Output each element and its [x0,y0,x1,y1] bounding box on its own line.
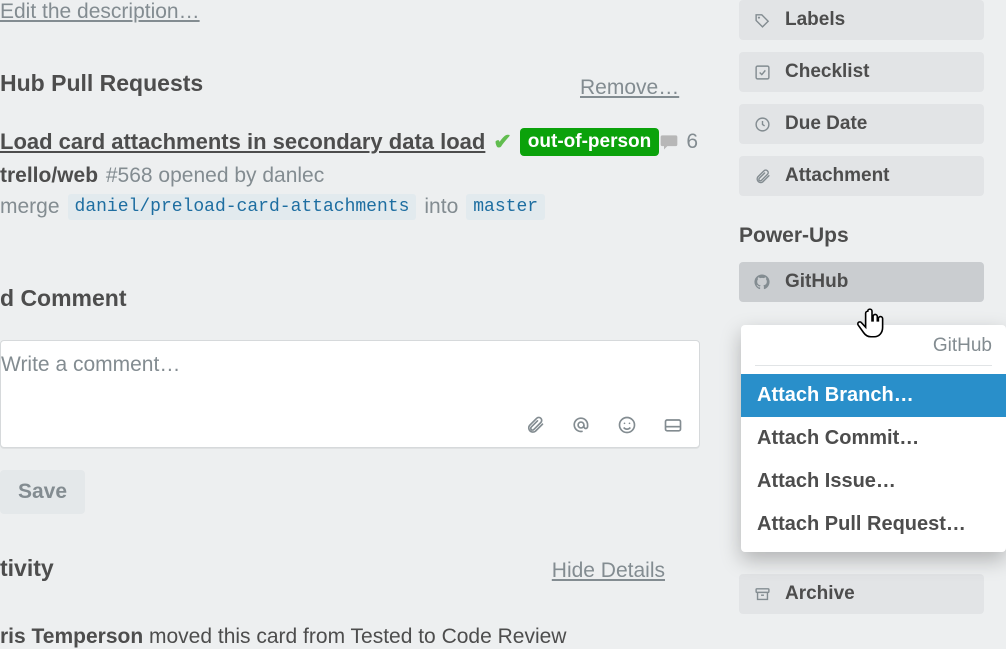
into-word: into [424,195,458,219]
attachment-icon[interactable] [525,415,545,435]
attachment-button-label: Attachment [785,165,890,187]
github-icon [753,273,771,291]
source-branch-chip[interactable]: daniel/preload-card-attachments [68,194,417,220]
mention-icon[interactable] [571,415,591,435]
pull-request-badge: out-of-person [520,128,659,156]
pull-request-meta: trello/web #568 opened by danlec [0,164,700,188]
paperclip-icon [753,168,771,185]
emoji-icon[interactable] [617,415,637,435]
activity-actor: ris Temperson [0,625,143,648]
pull-requests-section: Hub Pull Requests [0,70,203,97]
comment-count: 6 [658,130,698,154]
activity-heading: tivity [0,555,54,582]
archive-button-label: Archive [785,583,855,605]
pull-request-item: Load card attachments in secondary data … [0,128,700,220]
activity-entry: ris Temperson moved this card from Teste… [0,625,566,649]
checklist-icon [753,64,771,81]
target-branch-chip[interactable]: master [466,194,545,220]
merge-word: merge [0,195,60,219]
checklist-button-label: Checklist [785,61,869,83]
github-powerup-button[interactable]: GitHub [739,262,984,302]
attachment-button[interactable]: Attachment [739,156,984,196]
comment-input[interactable]: Write a comment… [0,340,700,448]
remove-pull-requests-link[interactable]: Remove… [580,76,679,99]
due-date-button[interactable]: Due Date [739,104,984,144]
github-popup-title: GitHub [741,325,1006,361]
save-comment-button[interactable]: Save [0,470,85,514]
speech-bubble-icon [658,132,680,152]
checklist-button[interactable]: Checklist [739,52,984,92]
comment-section: d Comment Write a comment… Save [0,285,700,514]
labels-button-label: Labels [785,9,845,31]
activity-section: tivity Hide Details [0,555,700,582]
card-icon[interactable] [663,415,683,435]
clock-icon [753,116,771,133]
labels-button[interactable]: Labels [739,0,984,40]
popup-divider [755,365,992,366]
pull-requests-heading: Hub Pull Requests [0,70,203,97]
powerups-heading: Power-Ups [739,224,984,248]
github-powerup-label: GitHub [785,271,848,293]
tag-icon [753,12,771,29]
comment-count-number: 6 [686,130,698,154]
comment-placeholder: Write a comment… [1,353,180,377]
popup-item-attach-commit[interactable]: Attach Commit… [741,417,1006,460]
github-popup: GitHub Attach Branch… Attach Commit… Att… [741,325,1006,552]
pull-request-branch-row: merge daniel/preload-card-attachments in… [0,194,700,220]
popup-item-attach-branch[interactable]: Attach Branch… [741,374,1006,417]
archive-icon [753,586,771,603]
hide-details-link[interactable]: Hide Details [552,559,665,583]
activity-text: moved this card from Tested to Code Revi… [143,625,566,648]
popup-item-attach-pull-request[interactable]: Attach Pull Request… [741,503,1006,546]
due-date-button-label: Due Date [785,113,867,135]
pull-request-title-link[interactable]: Load card attachments in secondary data … [0,129,485,155]
popup-item-attach-issue[interactable]: Attach Issue… [741,460,1006,503]
checkmark-icon: ✔ [493,129,511,155]
pull-request-repo: trello/web [0,164,98,187]
archive-button[interactable]: Archive [739,574,984,614]
pull-request-meta-rest: #568 opened by danlec [100,164,324,187]
comment-heading: d Comment [0,285,700,312]
edit-description-link[interactable]: Edit the description… [0,0,200,24]
